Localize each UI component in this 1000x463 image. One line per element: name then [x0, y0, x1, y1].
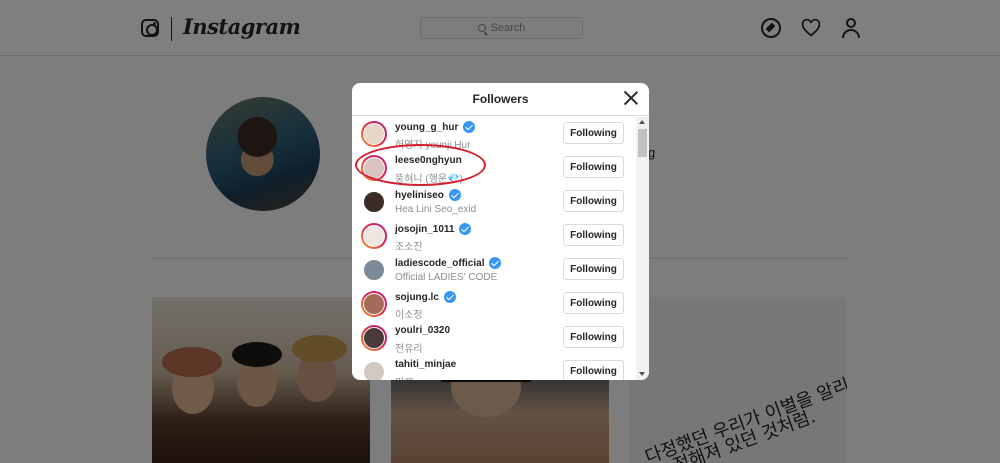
- following-button[interactable]: Following: [563, 292, 624, 314]
- scroll-thumb[interactable]: [638, 129, 647, 157]
- full-name: 조소진: [395, 242, 423, 253]
- full-name: 민재: [395, 374, 413, 380]
- username[interactable]: youlri_0320: [395, 325, 450, 336]
- modal-header: Followers: [352, 83, 649, 116]
- avatar[interactable]: [361, 325, 387, 351]
- username[interactable]: hyeliniseo: [395, 190, 444, 201]
- username[interactable]: sojung.lc: [395, 292, 439, 303]
- verified-badge-icon: [459, 223, 472, 235]
- full-name: Official LADIES' CODE: [395, 272, 498, 283]
- scroll-up-arrow-icon[interactable]: [639, 120, 645, 124]
- full-name: 이소정: [395, 310, 423, 321]
- verified-badge-icon: [443, 291, 456, 303]
- following-button[interactable]: Following: [563, 326, 624, 348]
- following-button[interactable]: Following: [563, 122, 624, 144]
- following-button[interactable]: Following: [563, 258, 624, 280]
- full-name: Hea Lini Seo_exid: [395, 204, 477, 215]
- close-icon[interactable]: [624, 91, 638, 105]
- username[interactable]: ladiescode_official: [395, 258, 484, 269]
- avatar[interactable]: [361, 257, 387, 283]
- red-annotation-circle: [355, 144, 486, 186]
- follower-row: ladiescode_official Official LADIES' COD…: [352, 253, 636, 287]
- avatar[interactable]: [361, 121, 387, 147]
- avatar[interactable]: [361, 291, 387, 317]
- following-button[interactable]: Following: [563, 224, 624, 246]
- following-button[interactable]: Following: [563, 156, 624, 178]
- following-button[interactable]: Following: [563, 190, 624, 212]
- verified-badge-icon: [448, 189, 461, 201]
- follower-row: sojung.lc 이소정 Following: [352, 287, 636, 321]
- follower-row: youlri_0320 전유리 Following: [352, 321, 636, 355]
- following-button[interactable]: Following: [563, 360, 624, 380]
- verified-badge-icon: [463, 121, 476, 133]
- username[interactable]: tahiti_minjae: [395, 359, 456, 370]
- follower-row: josojin_1011 조소진 Following: [352, 219, 636, 253]
- list-scrollbar[interactable]: [636, 117, 649, 380]
- verified-badge-icon: [489, 257, 502, 269]
- modal-title: Followers: [472, 92, 529, 106]
- follower-row: hyeliniseo Hea Lini Seo_exid Following: [352, 185, 636, 219]
- avatar[interactable]: [361, 359, 387, 380]
- scroll-down-arrow-icon[interactable]: [639, 372, 645, 376]
- full-name: 전유리: [395, 344, 423, 355]
- username[interactable]: young_g_hur: [395, 122, 458, 133]
- follower-row: tahiti_minjae 민재 Following: [352, 355, 636, 380]
- username[interactable]: josojin_1011: [395, 224, 454, 235]
- followers-modal: Followers young_g_hur 허영지 younji Hur Fol…: [352, 83, 649, 380]
- avatar[interactable]: [361, 189, 387, 215]
- avatar[interactable]: [361, 223, 387, 249]
